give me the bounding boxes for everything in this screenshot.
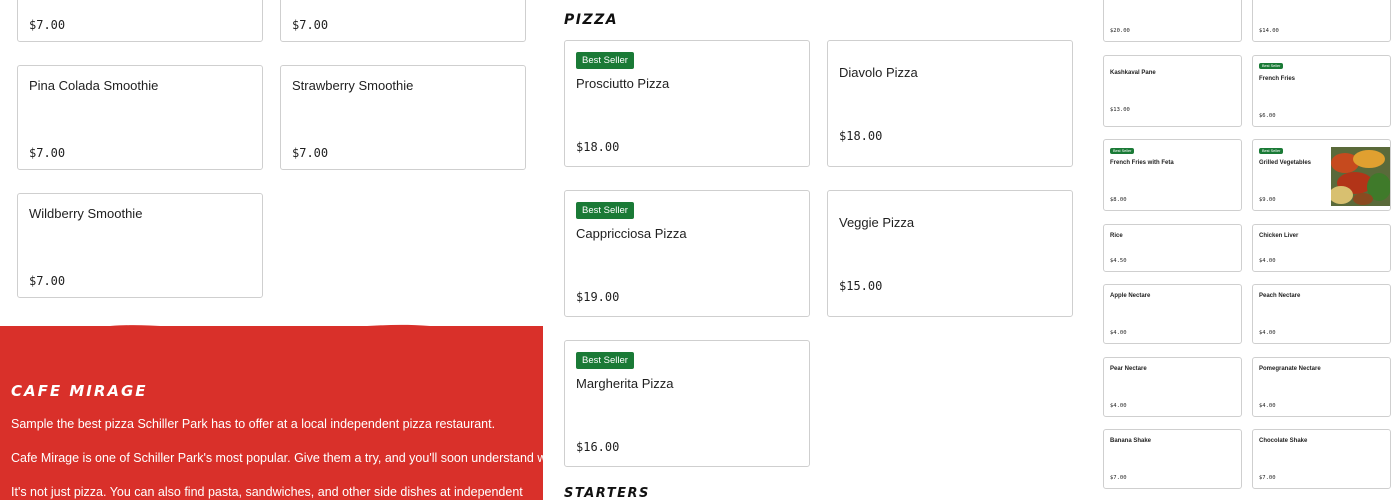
menu-item-card[interactable]: Diavolo Pizza $18.00	[827, 40, 1073, 167]
item-price: $16.00	[576, 440, 620, 454]
item-price: $6.00	[1259, 113, 1276, 119]
item-price: $13.00	[1110, 107, 1130, 113]
item-name: Pina Colada Smoothie	[29, 78, 159, 93]
menu-item-card[interactable]: Best Seller French Fries with Feta $8.00	[1103, 139, 1242, 211]
menu-item-card[interactable]: Best Seller Grilled Vegetables $9.00	[1252, 139, 1391, 211]
item-name: French Fries with Feta	[1110, 160, 1174, 166]
best-seller-badge: Best Seller	[576, 202, 634, 219]
item-name: French Fries	[1259, 76, 1296, 82]
item-price: $4.50	[1110, 258, 1127, 264]
menu-item-card[interactable]: Wildberry Smoothie $7.00	[17, 193, 263, 298]
item-name: Kashkaval Pane	[1110, 70, 1156, 76]
item-price: $7.00	[29, 274, 66, 288]
item-price: $7.00	[29, 146, 66, 160]
item-name: Pear Nectare	[1110, 366, 1147, 372]
item-price: $9.00	[1259, 197, 1276, 203]
section-title-pizza: PIZZA	[564, 12, 619, 28]
item-name: Chicken Liver	[1259, 233, 1299, 239]
item-price: $19.00	[576, 290, 620, 304]
item-name: Diavolo Pizza	[839, 65, 918, 80]
best-seller-badge: Best Seller	[1259, 148, 1284, 154]
item-price: $7.00	[292, 146, 329, 160]
best-seller-badge: Best Seller	[1110, 148, 1135, 154]
cafe-description: Sample the best pizza Schiller Park has …	[11, 417, 496, 431]
item-name: Strawberry Smoothie	[292, 78, 414, 93]
best-seller-badge: Best Seller	[576, 352, 634, 369]
item-name: Banana Shake	[1110, 438, 1152, 444]
menu-item-card[interactable]: $7.00	[17, 0, 263, 42]
item-name: Rice	[1110, 233, 1123, 239]
cafe-description: Cafe Mirage is one of Schiller Park's mo…	[11, 451, 563, 465]
section-title-starters: STARTERS	[564, 486, 650, 500]
item-name: Chocolate Shake	[1259, 438, 1308, 444]
menu-item-card[interactable]: Pear Nectare $4.00	[1103, 357, 1242, 417]
item-price: $4.00	[1259, 330, 1276, 336]
item-price: $14.00	[1259, 28, 1279, 34]
item-price: $18.00	[576, 140, 620, 154]
starters-panel: $20.00 $14.00 Kashkaval Pane $13.00 Best…	[1098, 0, 1400, 500]
item-price: $7.00	[292, 18, 329, 32]
item-price: $4.00	[1110, 403, 1127, 409]
item-price: $15.00	[839, 279, 883, 293]
menu-item-card[interactable]: Best Seller Prosciutto Pizza $18.00	[564, 40, 810, 167]
item-price: $4.00	[1259, 258, 1276, 264]
menu-item-card[interactable]: Rice $4.50	[1103, 224, 1242, 272]
best-seller-badge: Best Seller	[576, 52, 634, 69]
menu-item-card[interactable]: Pomegranate Nectare $4.00	[1252, 357, 1391, 417]
item-price: $18.00	[839, 129, 883, 143]
menu-item-card[interactable]: $7.00	[280, 0, 526, 42]
menu-item-card[interactable]: Best Seller French Fries $6.00	[1252, 55, 1391, 127]
item-name: Apple Nectare	[1110, 293, 1151, 299]
item-name: Pomegranate Nectare	[1259, 366, 1321, 372]
cafe-description: It's not just pizza. You can also find p…	[11, 485, 523, 499]
menu-item-card[interactable]: Veggie Pizza $15.00	[827, 190, 1073, 317]
menu-item-card[interactable]: Apple Nectare $4.00	[1103, 284, 1242, 344]
item-price: $4.00	[1259, 403, 1276, 409]
cafe-title: CAFE MIRAGE	[11, 382, 148, 400]
item-price: $7.00	[1110, 475, 1127, 481]
menu-item-card[interactable]: Pina Colada Smoothie $7.00	[17, 65, 263, 170]
grilled-vegetables-image	[1331, 147, 1390, 206]
item-name: Peach Nectare	[1259, 293, 1301, 299]
menu-item-card[interactable]: Kashkaval Pane $13.00	[1103, 55, 1242, 127]
item-name: Veggie Pizza	[839, 215, 915, 230]
item-name: Prosciutto Pizza	[576, 76, 670, 91]
item-name: Cappricciosa Pizza	[576, 226, 687, 241]
item-price: $20.00	[1110, 28, 1130, 34]
item-price: $4.00	[1110, 330, 1127, 336]
menu-item-card[interactable]: Best Seller Margherita Pizza $16.00	[564, 340, 810, 467]
menu-item-card[interactable]: Peach Nectare $4.00	[1252, 284, 1391, 344]
smoothie-panel: $7.00 $7.00 Pina Colada Smoothie $7.00 S…	[0, 0, 543, 326]
pizza-panel: PIZZA Best Seller Prosciutto Pizza $18.0…	[543, 0, 1098, 500]
menu-item-card[interactable]: Banana Shake $7.00	[1103, 429, 1242, 489]
item-price: $7.00	[29, 18, 66, 32]
menu-item-card[interactable]: $20.00	[1103, 0, 1242, 42]
item-name: Margherita Pizza	[576, 376, 674, 391]
best-seller-badge: Best Seller	[1259, 63, 1284, 69]
menu-item-card[interactable]: Chocolate Shake $7.00	[1252, 429, 1391, 489]
menu-item-card[interactable]: Chicken Liver $4.00	[1252, 224, 1391, 272]
menu-item-card[interactable]: $14.00	[1252, 0, 1391, 42]
cafe-about-section: CAFE MIRAGE Sample the best pizza Schill…	[0, 326, 562, 500]
item-name: Grilled Vegetables	[1259, 160, 1312, 166]
item-name: Wildberry Smoothie	[29, 206, 143, 221]
item-price: $7.00	[1259, 475, 1276, 481]
item-price: $8.00	[1110, 197, 1127, 203]
menu-item-card[interactable]: Best Seller Cappricciosa Pizza $19.00	[564, 190, 810, 317]
menu-item-card[interactable]: Strawberry Smoothie $7.00	[280, 65, 526, 170]
